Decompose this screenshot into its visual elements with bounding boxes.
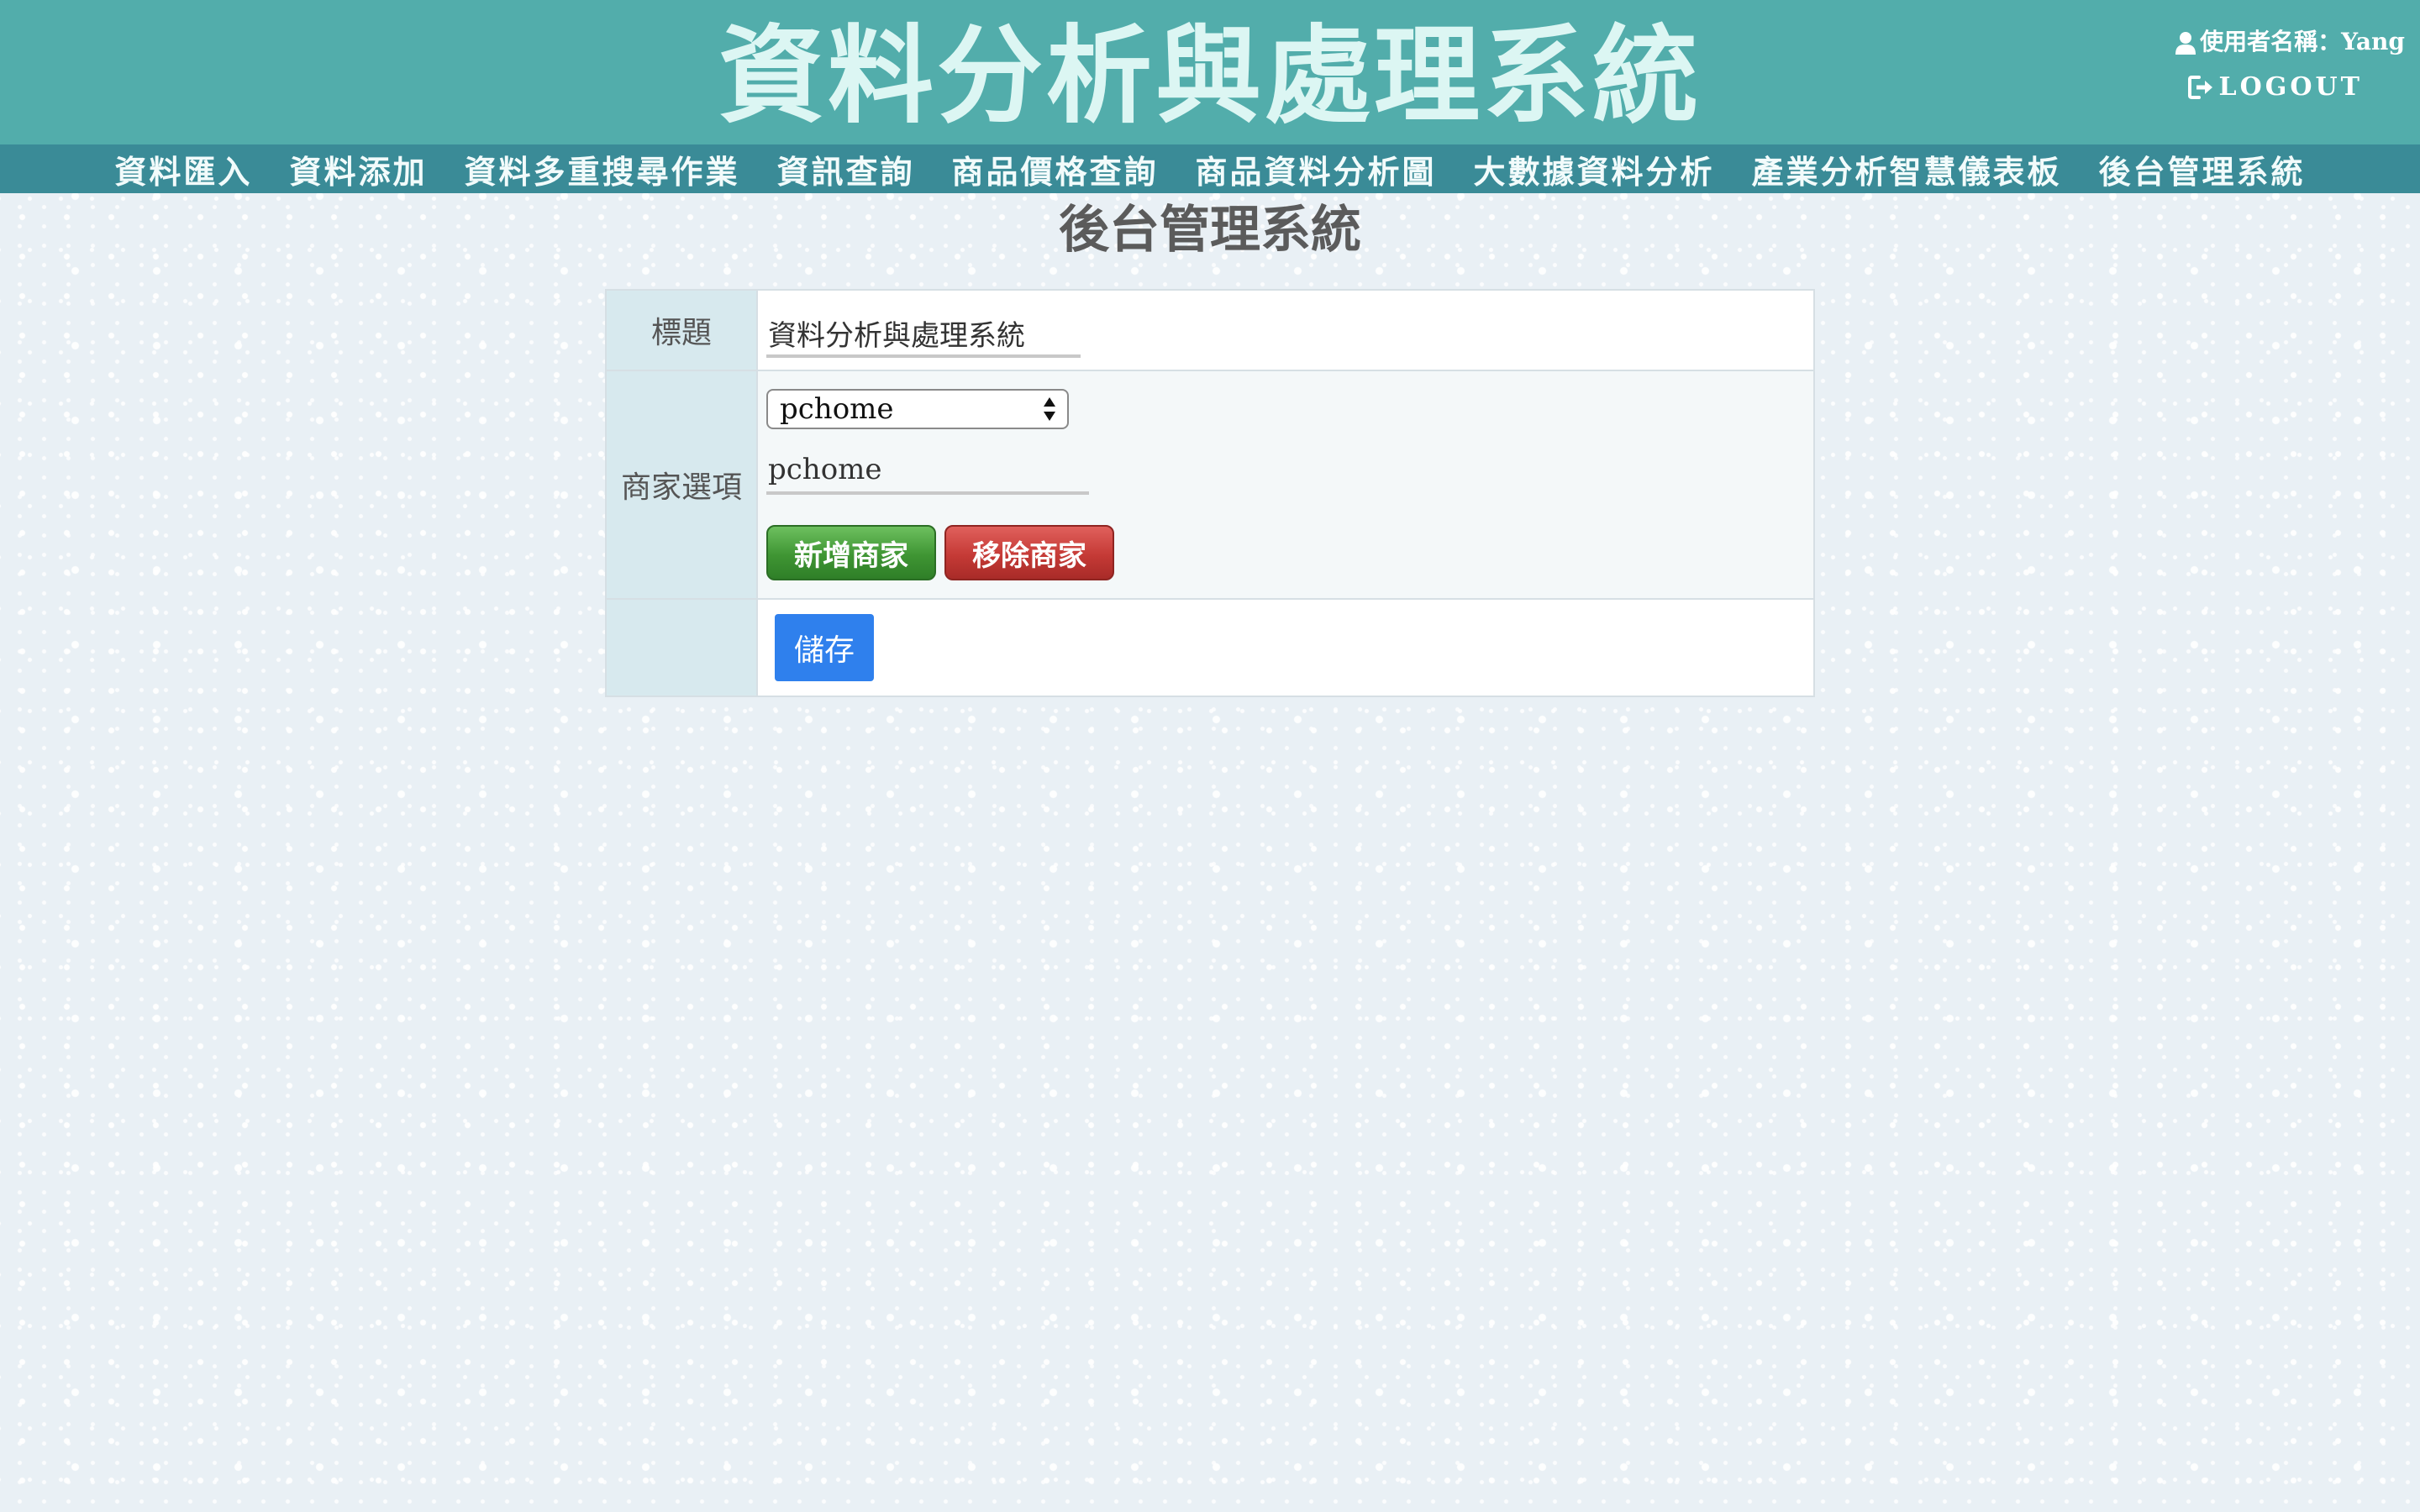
merchant-label: 商家選項 [605,370,758,600]
merchant-row: 商家選項 pchome 新增商家 移除商家 [605,370,1815,600]
up-down-arrows-icon [1042,396,1057,423]
nav-item-info-query[interactable]: 資訊查詢 [776,146,914,192]
merchant-select[interactable]: pchome [766,389,1069,429]
merchant-select-value: pchome [780,392,894,426]
save-button[interactable]: 儲存 [775,614,874,681]
admin-form-table: 標題 商家選項 pchome 新增商家 移除商家 [605,289,1815,697]
logout-icon [2187,75,2216,100]
nav-item-product-charts[interactable]: 商品資料分析圖 [1196,146,1437,192]
page-title: 後台管理系統 [1059,201,1361,260]
nav-item-admin[interactable]: 後台管理系統 [2099,146,2306,192]
save-row-label [605,598,758,697]
user-icon [2175,30,2196,55]
logout-link[interactable]: LOGOUT [2153,72,2363,102]
save-row: 儲存 [605,598,1815,697]
nav-item-dashboard[interactable]: 產業分析智慧儀表板 [1752,146,2062,192]
user-name-label: 使用者名稱：Yang [2200,28,2405,55]
main-nav: 資料匯入 資料添加 資料多重搜尋作業 資訊查詢 商品價格查詢 商品資料分析圖 大… [0,144,2420,193]
title-value-cell [756,289,1815,371]
site-header: 資料分析與處理系統 使用者名稱：Yang LOGOUT [0,0,2420,144]
nav-item-big-data[interactable]: 大數據資料分析 [1474,146,1715,192]
title-row: 標題 [605,289,1815,371]
logout-label: LOGOUT [2218,72,2363,102]
nav-item-data-add[interactable]: 資料添加 [289,146,427,192]
remove-merchant-button[interactable]: 移除商家 [944,525,1114,580]
add-merchant-button[interactable]: 新增商家 [766,525,936,580]
title-label: 標題 [605,289,758,371]
user-area: 使用者名稱：Yang LOGOUT [2153,25,2405,102]
merchant-value-cell: pchome 新增商家 移除商家 [756,370,1815,600]
save-cell: 儲存 [756,598,1815,697]
merchant-buttons: 新增商家 移除商家 [766,525,1813,580]
user-info: 使用者名稱：Yang [2153,25,2405,59]
site-title: 資料分析與處理系統 [718,13,1702,138]
nav-item-price-query[interactable]: 商品價格查詢 [951,146,1158,192]
title-input[interactable] [766,311,1081,358]
nav-item-data-import[interactable]: 資料匯入 [114,146,252,192]
merchant-name-input[interactable] [766,448,1089,495]
nav-item-multi-search[interactable]: 資料多重搜尋作業 [464,146,739,192]
